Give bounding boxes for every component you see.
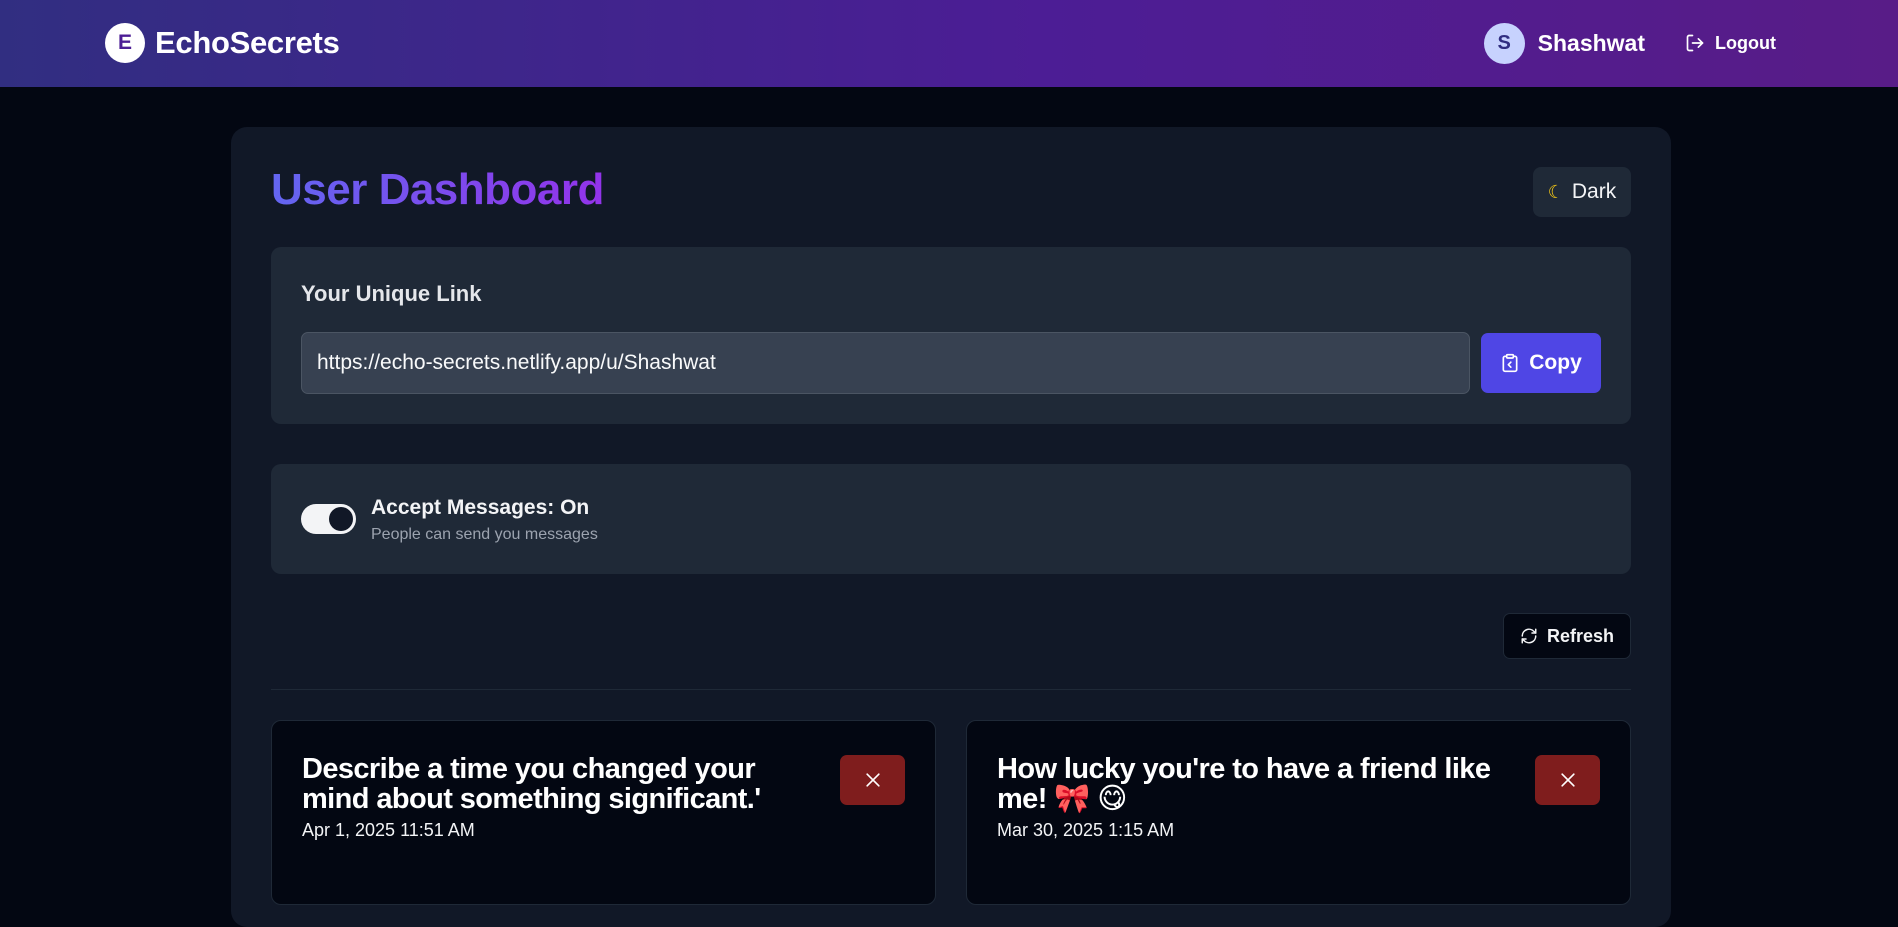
username: Shashwat	[1537, 29, 1646, 56]
refresh-icon	[1521, 628, 1537, 644]
moon-icon: ☾	[1547, 181, 1564, 202]
message-text: How lucky you're to have a friend like m…	[997, 753, 1491, 815]
message-text: Describe a time you changed your mind ab…	[302, 753, 761, 815]
close-icon	[865, 773, 880, 787]
message-date: Apr 1, 2025 11:51 AM	[302, 820, 475, 840]
delete-message-button[interactable]	[840, 755, 905, 805]
page-title: User Dashboard	[271, 165, 604, 214]
avatar: S	[1483, 22, 1525, 64]
theme-toggle-label: Dark	[1571, 180, 1617, 203]
brand-name: EchoSecrets	[155, 25, 340, 60]
clipboard-icon	[1502, 353, 1518, 373]
copy-label: Copy	[1529, 351, 1582, 374]
navbar: E EchoSecrets S Shashwat Logout	[0, 0, 1898, 87]
close-icon	[1560, 773, 1575, 787]
logout-button[interactable]: Logout	[1685, 33, 1776, 54]
toggle-knob	[329, 507, 353, 531]
refresh-label: Refresh	[1546, 625, 1615, 646]
logout-label: Logout	[1715, 32, 1776, 53]
dashboard-panel: User Dashboard ☾ Dark Your Unique Link C…	[231, 127, 1671, 927]
unique-link-input[interactable]	[301, 332, 1470, 394]
theme-toggle-button[interactable]: ☾ Dark	[1533, 167, 1631, 217]
brand-logo: E	[105, 23, 145, 63]
delete-message-button[interactable]	[1535, 755, 1600, 805]
unique-link-heading: Your Unique Link	[301, 281, 482, 306]
user-area: S Shashwat Logout	[1483, 22, 1776, 64]
refresh-button[interactable]: Refresh	[1503, 613, 1631, 659]
brand[interactable]: E EchoSecrets	[105, 22, 340, 64]
message-card: How lucky you're to have a friend like m…	[966, 720, 1631, 905]
copy-button[interactable]: Copy	[1481, 333, 1601, 393]
accept-messages-description: People can send you messages	[371, 526, 598, 543]
message-card: Describe a time you changed your mind ab…	[271, 720, 936, 905]
divider	[271, 689, 1631, 690]
logout-icon	[1686, 34, 1704, 52]
message-date: Mar 30, 2025 1:15 AM	[997, 820, 1175, 840]
accept-messages-card: Accept Messages: On People can send you …	[271, 464, 1631, 574]
accept-messages-toggle[interactable]	[301, 504, 356, 534]
unique-link-card: Your Unique Link Copy	[271, 247, 1631, 424]
accept-messages-label: Accept Messages: On	[371, 496, 590, 519]
